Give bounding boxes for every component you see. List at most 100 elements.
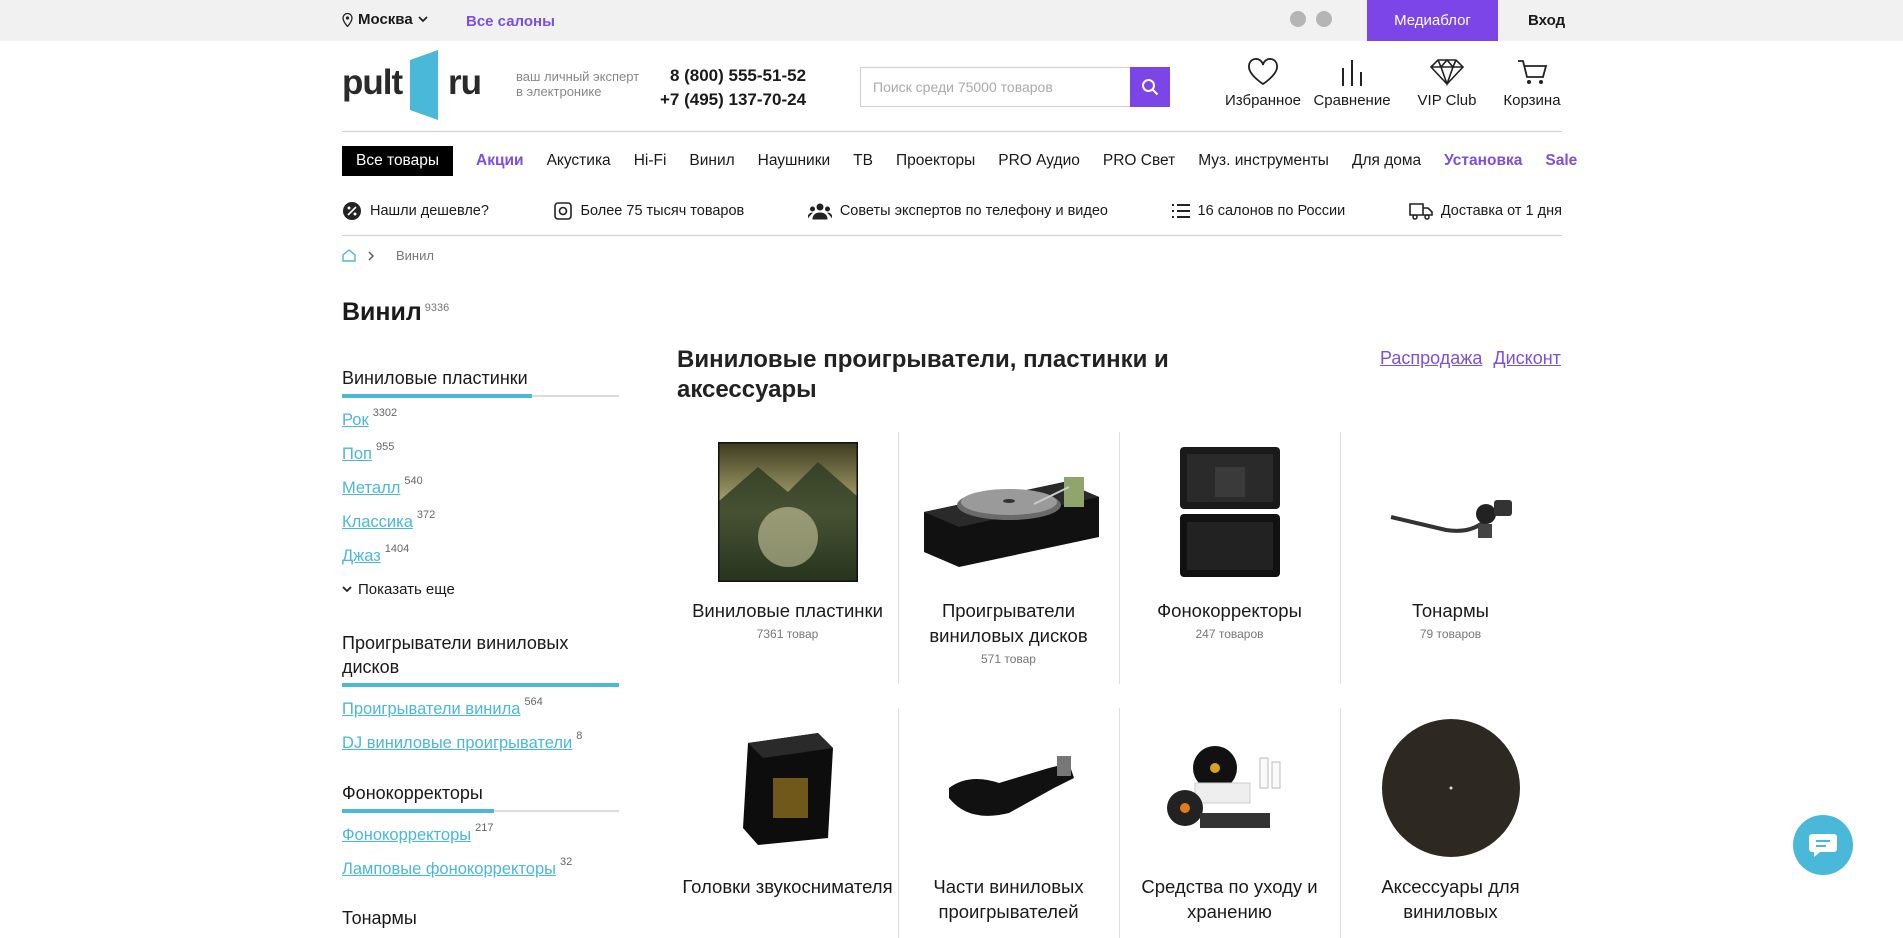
vip-club-label: VIP Club [1417,92,1477,109]
feature-experts-label: Советы экспертов по телефону и видео [839,203,1108,219]
feature-salons[interactable]: 16 салонов по России [1171,201,1345,221]
category-card-phono[interactable]: Фонокорректоры 247 товаров [1119,432,1340,641]
nav-item-pro-light[interactable]: PRO Свет [1103,152,1175,170]
city-selector[interactable]: Москва [342,11,428,28]
nav-item-installation[interactable]: Установка [1444,152,1522,170]
sidebar-link-count: 1404 [384,543,410,555]
page-title-text: Винил [342,298,422,326]
sidebar-link-label: Джаз [342,547,381,565]
sidebar-link-dj-players[interactable]: DJ виниловые проигрыватели 8 [342,730,619,757]
sidebar-link-pop[interactable]: Поп 955 [342,441,619,468]
sidebar-link-jazz[interactable]: Джаз 1404 [342,543,619,570]
sidebar-link-count: 217 [475,822,494,834]
sidebar-section-title[interactable]: Проигрыватели виниловых дисков [342,631,619,684]
feature-products[interactable]: Более 75 тысяч товаров [553,201,744,221]
nav-item-tv[interactable]: ТВ [853,152,873,170]
sale-link[interactable]: Распродажа [1380,348,1482,368]
sidebar-section-title[interactable]: Виниловые пластинки [342,366,619,395]
vip-club-button[interactable]: VIP Club [1402,58,1492,109]
nav-all-products[interactable]: Все товары [342,146,454,176]
category-name: Аксессуары для виниловых [1381,876,1520,922]
home-icon[interactable] [342,249,356,262]
sidebar-link-rock[interactable]: Рок 3302 [342,407,619,434]
sidebar-link-phono[interactable]: Фонокорректоры 217 [342,822,619,849]
sidebar-link-count: 8 [576,730,583,742]
category-count: 571 товар [981,652,1036,666]
sidebar-link-metal[interactable]: Металл 540 [342,475,619,502]
mediablog-button[interactable]: Медиаблог [1367,0,1498,41]
box-icon [553,202,572,220]
sidebar-section-turntables: Проигрыватели виниловых дисков Проигрыва… [342,631,619,768]
category-card-records[interactable]: Виниловые пластинки 7361 товар [677,432,898,641]
category-name: Тонармы [1412,600,1489,621]
sidebar-section-title[interactable]: Фонокорректоры [342,781,619,810]
feature-delivery[interactable]: Доставка от 1 дня [1409,201,1562,221]
tagline-line-2: в электронике [516,84,602,99]
sidebar-link-label: Металл [342,479,401,497]
chat-button[interactable] [1793,815,1853,875]
nav-item-projectors[interactable]: Проекторы [896,152,975,170]
category-card-cartridges[interactable]: Головки звукоснимателя [677,708,898,903]
nav-item-vinyl[interactable]: Винил [689,152,734,170]
logo[interactable]: pult ru [342,50,482,120]
sidebar-link-label: Поп [342,445,372,463]
breadcrumb-current: Винил [396,248,434,263]
favorites-label: Избранное [1224,92,1302,109]
sidebar-link-tube-phono[interactable]: Ламповые фонокорректоры 32 [342,856,619,883]
features-divider [342,235,1562,236]
sidebar-section-title[interactable]: Тонармы [342,906,619,935]
nav-item-hifi[interactable]: Hi-Fi [634,152,667,170]
discount-link[interactable]: Дисконт [1493,348,1561,368]
search-icon [1142,79,1159,96]
whatsapp-icon[interactable] [1290,11,1306,27]
page-title-count: 9336 [424,302,450,314]
category-count: 7361 товар [756,627,819,641]
nav-item-instruments[interactable]: Муз. инструменты [1198,152,1329,170]
show-more-button[interactable]: Показать еще [342,581,619,598]
nav-item-promo[interactable]: Акции [476,152,524,170]
favorites-button[interactable]: Избранное [1208,58,1318,109]
category-card-parts[interactable]: Части виниловых проигрывателей [898,708,1119,928]
nav-item-pro-audio[interactable]: PRO Аудио [998,152,1080,170]
sidebar-link-count: 564 [524,696,543,708]
sidebar-section-tonearms: Тонармы [342,906,619,935]
category-card-turntables[interactable]: Проигрыватели виниловых дисков 571 товар [898,432,1119,666]
telegram-icon[interactable] [1316,11,1332,27]
city-label: Москва [358,11,413,28]
sidebar-link-classic[interactable]: Классика 372 [342,509,619,536]
feature-experts[interactable]: Советы экспертов по телефону и видео [807,201,1108,221]
login-link[interactable]: Вход [1528,12,1565,29]
page-title: Винил 9336 [342,298,449,327]
section-underline [342,683,619,687]
compare-button[interactable]: Сравнение [1307,58,1397,109]
category-count: 79 товаров [1419,627,1482,641]
sidebar-section-phono: Фонокорректоры Фонокорректоры 217 Ламповы… [342,781,619,894]
phono-amp-image [1160,442,1300,582]
nav-item-sale[interactable]: Sale [1545,152,1577,170]
nav-item-acoustics[interactable]: Акустика [547,152,611,170]
nav-item-headphones[interactable]: Наушники [758,152,830,170]
phone-2[interactable]: +7 (495) 137-70-24 [660,88,806,112]
category-card-tonearms[interactable]: Тонармы 79 товаров [1340,432,1561,641]
location-pin-icon [342,12,353,27]
category-card-accessories[interactable]: Аксессуары для виниловых [1340,708,1561,928]
category-card-care[interactable]: Средства по уходу и хранению [1119,708,1340,928]
sidebar-link-count: 955 [375,441,395,453]
slipmat-image [1381,718,1521,858]
category-name: Части виниловых проигрывателей [933,876,1084,922]
nav-item-home[interactable]: Для дома [1352,152,1421,170]
chevron-down-icon [342,586,352,593]
sidebar-link-vinyl-players[interactable]: Проигрыватели винила 564 [342,696,619,723]
care-kit-image [1160,718,1300,858]
cart-button[interactable]: Корзина [1497,58,1567,109]
tagline-line-1: ваш личный эксперт [516,69,640,84]
headshell-image [939,718,1079,858]
feature-cheaper[interactable]: Нашли дешевле? [342,201,489,221]
category-count: 247 товаров [1195,627,1264,641]
search-button[interactable] [1130,67,1170,107]
phone-1[interactable]: 8 (800) 555-51-52 [660,64,806,88]
search-placeholder: Поиск среди 75000 товаров [873,79,1053,95]
list-icon [1171,204,1190,218]
all-salons-link[interactable]: Все салоны [466,13,555,30]
search-input[interactable]: Поиск среди 75000 товаров [860,67,1170,107]
